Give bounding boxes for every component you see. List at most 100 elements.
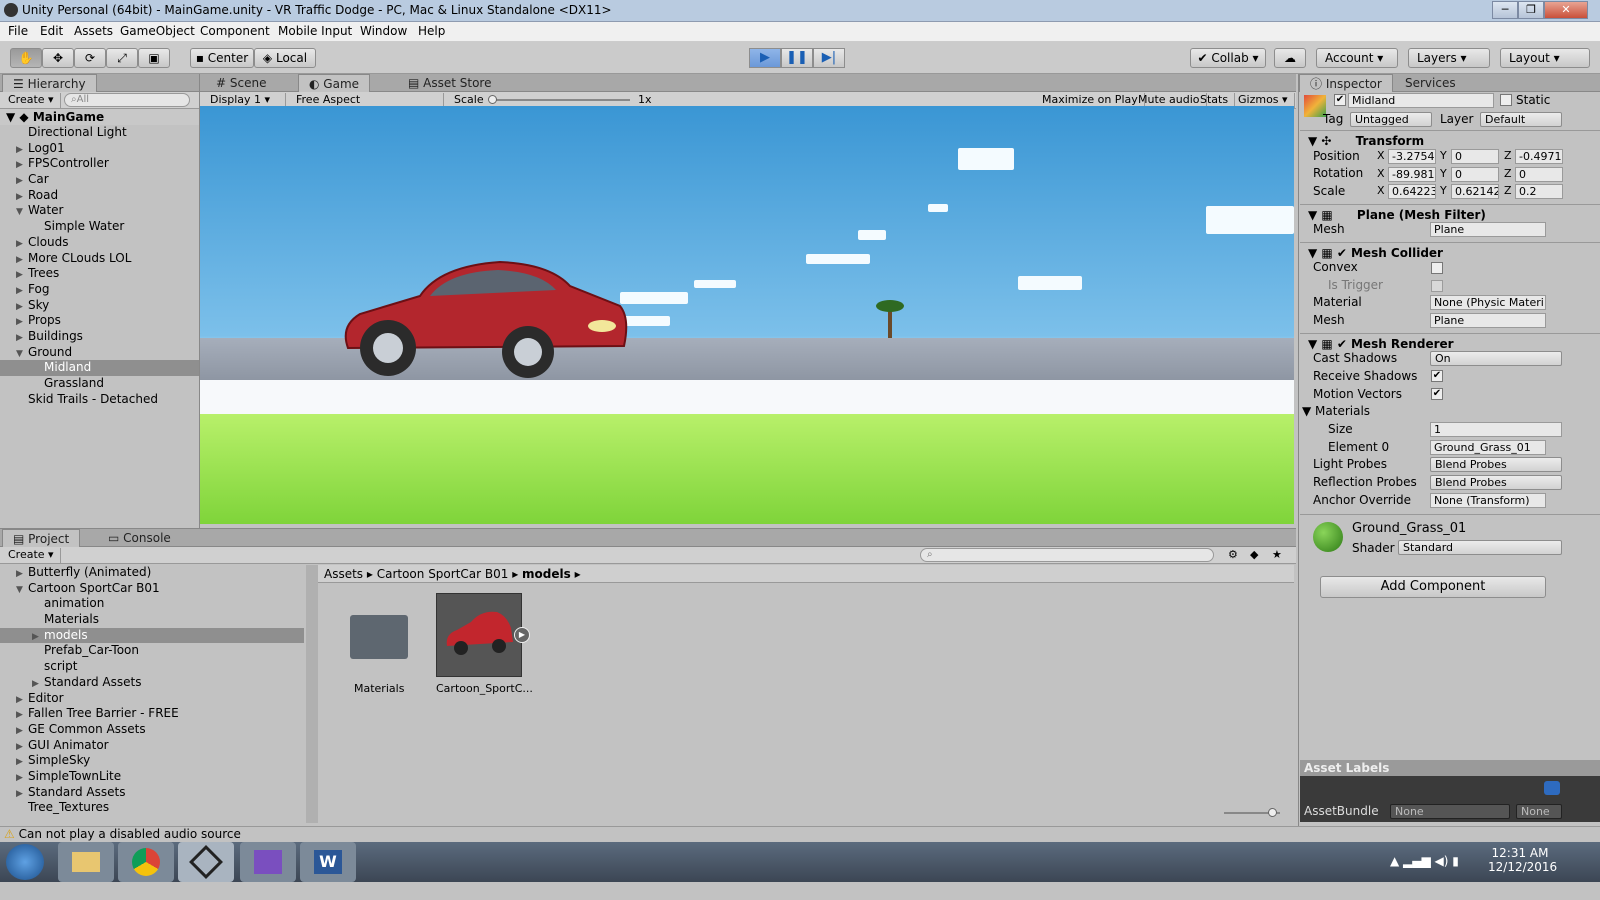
breadcrumb-cartoon-sportcar[interactable]: Cartoon SportCar B01	[377, 567, 509, 581]
move-tool-icon[interactable]: ✥	[42, 48, 74, 68]
element0-field[interactable]: Ground_Grass_01	[1430, 440, 1546, 455]
project-folder[interactable]: Prefab_Car-Toon	[0, 643, 304, 659]
project-folder[interactable]: Tree_Textures	[0, 800, 304, 816]
scale-slider[interactable]	[488, 95, 630, 104]
asset-variant-dropdown[interactable]: None	[1516, 804, 1562, 819]
breadcrumb-models[interactable]: models	[522, 567, 571, 581]
layers-dropdown[interactable]: Layers ▾	[1408, 48, 1490, 68]
menu-component[interactable]: Component	[200, 24, 270, 38]
asset-car-label[interactable]: Cartoon_SportC...	[436, 682, 533, 695]
scale-y-field[interactable]: 0.62142	[1451, 184, 1499, 199]
is-trigger-checkbox[interactable]	[1431, 280, 1443, 292]
tag-dropdown[interactable]: Untagged	[1350, 112, 1432, 127]
rotation-x-field[interactable]: -89.981	[1388, 167, 1436, 182]
project-folder[interactable]: ▶ Butterfly (Animated)	[0, 565, 304, 581]
shader-dropdown[interactable]: Standard	[1398, 540, 1562, 555]
collab-dropdown[interactable]: ✔ Collab ▾	[1190, 48, 1266, 68]
hierarchy-item[interactable]: ▶ Fog	[0, 282, 199, 298]
receive-shadows-checkbox[interactable]: ✔	[1431, 370, 1443, 382]
hierarchy-search-input[interactable]: ⌕All	[64, 93, 190, 107]
project-folder[interactable]: ▶ SimpleSky	[0, 753, 304, 769]
hierarchy-create-dropdown[interactable]: Create ▾	[2, 93, 61, 108]
active-checkbox[interactable]: ✔	[1334, 94, 1346, 106]
project-folder[interactable]: ▼ Cartoon SportCar B01	[0, 581, 304, 597]
rotate-tool-icon[interactable]: ⟳	[74, 48, 106, 68]
hierarchy-item[interactable]: ▶ Sky	[0, 298, 199, 314]
hierarchy-item[interactable]: ▶ Car	[0, 172, 199, 188]
position-x-field[interactable]: -3.2754	[1388, 149, 1436, 164]
asset-materials-label[interactable]: Materials	[354, 682, 404, 695]
chrome-taskbar-icon[interactable]	[118, 842, 174, 882]
menu-assets[interactable]: Assets	[74, 24, 113, 38]
scale-tool-icon[interactable]: ⤢	[106, 48, 138, 68]
maximize-button[interactable]: ❐	[1518, 1, 1544, 19]
hierarchy-item[interactable]: ▶ Buildings	[0, 329, 199, 345]
reflection-probes-dropdown[interactable]: Blend Probes	[1430, 475, 1562, 490]
expand-asset-icon[interactable]: ▶	[514, 627, 530, 643]
asset-bundle-dropdown[interactable]: None	[1390, 804, 1510, 819]
position-z-field[interactable]: -0.4971	[1515, 149, 1563, 164]
tab-services[interactable]: Services	[1395, 74, 1466, 92]
project-folder[interactable]: Materials	[0, 612, 304, 628]
mesh-filter-header[interactable]: ▼ ▦ Plane (Mesh Filter)	[1300, 204, 1600, 224]
position-y-field[interactable]: 0	[1451, 149, 1499, 164]
collider-material-field[interactable]: None (Physic Materi	[1430, 295, 1546, 310]
explorer-taskbar-icon[interactable]	[58, 842, 114, 882]
project-folder[interactable]: ▶ GE Common Assets	[0, 722, 304, 738]
cloud-icon[interactable]: ☁	[1274, 48, 1306, 68]
hierarchy-item[interactable]: Skid Trails - Detached	[0, 392, 199, 408]
motion-vectors-checkbox[interactable]: ✔	[1431, 388, 1443, 400]
tab-hierarchy[interactable]: ☰ Hierarchy	[2, 74, 97, 92]
project-tree-scrollbar[interactable]	[306, 565, 318, 823]
pivot-local-toggle[interactable]: ◈ Local	[254, 48, 316, 68]
tag-icon[interactable]	[1544, 781, 1560, 795]
hierarchy-item[interactable]: ▶ FPSController	[0, 156, 199, 172]
start-button-icon[interactable]	[6, 844, 44, 880]
hierarchy-item[interactable]: ▶ Clouds	[0, 235, 199, 251]
layer-dropdown[interactable]: Default	[1480, 112, 1562, 127]
scale-slider-thumb[interactable]	[488, 95, 497, 104]
folder-icon[interactable]	[350, 615, 408, 659]
hierarchy-item[interactable]: Grassland	[0, 376, 199, 392]
tab-inspector[interactable]: ⓘ Inspector	[1299, 74, 1393, 92]
pivot-center-toggle[interactable]: ▪ Center	[190, 48, 254, 68]
materials-foldout[interactable]: ▼ Materials	[1302, 403, 1370, 420]
hierarchy-item[interactable]: ▶ Log01	[0, 141, 199, 157]
project-folder[interactable]: ▶ Standard Assets	[0, 785, 304, 801]
play-button[interactable]: ▶	[749, 48, 781, 68]
tab-asset-store[interactable]: ▤ Asset Store	[398, 74, 502, 92]
project-create-dropdown[interactable]: Create ▾	[2, 548, 61, 563]
rotation-y-field[interactable]: 0	[1451, 167, 1499, 182]
filter-type-icon[interactable]: ⚙	[1228, 548, 1238, 561]
add-component-button[interactable]: Add Component	[1320, 576, 1546, 598]
menu-file[interactable]: File	[8, 24, 28, 38]
minimize-button[interactable]: ─	[1492, 1, 1518, 19]
rect-tool-icon[interactable]: ▣	[138, 48, 170, 68]
project-folder[interactable]: ▶ Fallen Tree Barrier - FREE	[0, 706, 304, 722]
menu-help[interactable]: Help	[418, 24, 445, 38]
static-checkbox[interactable]	[1500, 94, 1512, 106]
hierarchy-item[interactable]: ▶ Props	[0, 313, 199, 329]
materials-size-field[interactable]: 1	[1430, 422, 1562, 437]
tab-scene[interactable]: # Scene	[206, 74, 276, 92]
clock[interactable]: 12:31 AM 12/12/2016	[1488, 846, 1557, 874]
object-name-field[interactable]: Midland	[1348, 93, 1494, 108]
game-view[interactable]	[200, 106, 1294, 524]
menu-edit[interactable]: Edit	[40, 24, 63, 38]
transform-header[interactable]: ▼ ✣ Transform	[1300, 130, 1600, 150]
project-folder[interactable]: ▶ GUI Animator	[0, 738, 304, 754]
hand-tool-icon[interactable]: ✋	[10, 48, 42, 68]
system-tray-icons[interactable]: ▲ ▂▄▆ ◀) ▮	[1390, 854, 1459, 868]
account-dropdown[interactable]: Account ▾	[1316, 48, 1398, 68]
unity-taskbar-icon[interactable]	[178, 842, 234, 882]
menu-window[interactable]: Window	[360, 24, 407, 38]
pause-button[interactable]: ❚❚	[781, 48, 813, 68]
layout-dropdown[interactable]: Layout ▾	[1500, 48, 1590, 68]
rotation-z-field[interactable]: 0	[1515, 167, 1563, 182]
scale-z-field[interactable]: 0.2	[1515, 184, 1563, 199]
car-model-thumbnail[interactable]	[436, 593, 522, 677]
project-search-input[interactable]: ⌕	[920, 548, 1214, 562]
tab-game[interactable]: ◐ Game	[298, 74, 371, 92]
thumbnail-size-slider[interactable]	[1224, 808, 1280, 817]
cast-shadows-dropdown[interactable]: On	[1430, 351, 1562, 366]
